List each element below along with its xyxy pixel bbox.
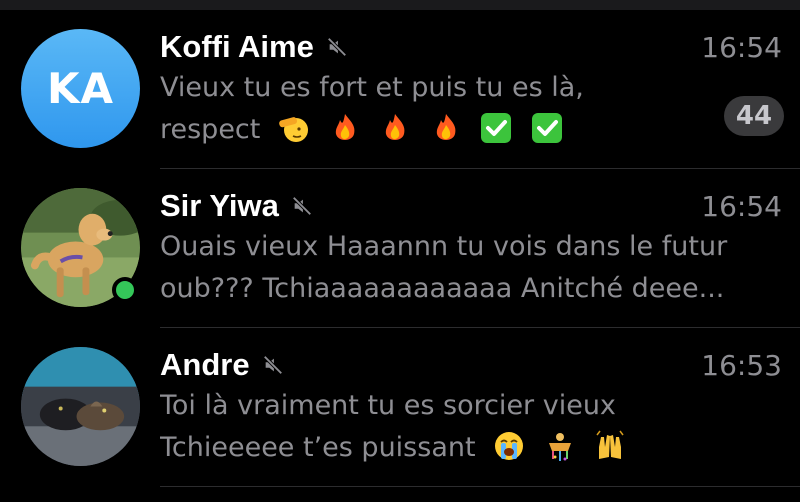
chat-time: 16:54 xyxy=(701,189,782,223)
check-mark-button-icon xyxy=(530,111,564,145)
chat-row-koffi-aime[interactable]: KA Koffi Aime 16:54 Vieux tu es fort et … xyxy=(0,10,800,169)
unread-badge: 44 xyxy=(724,96,784,136)
chat-row-andre[interactable]: Andre 16:53 Toi là vraiment tu es sorcie… xyxy=(0,328,800,487)
message-preview: Vieux tu es fort et puis tu es là, respe… xyxy=(160,72,584,145)
avatar[interactable] xyxy=(21,188,140,307)
muted-icon xyxy=(291,195,313,217)
fire-icon xyxy=(429,111,463,145)
chat-row-sir-yiwa[interactable]: Sir Yiwa 16:54 Ouais vieux Haaannn tu vo… xyxy=(0,169,800,328)
chat-name: Sir Yiwa xyxy=(160,188,279,223)
chat-name: Andre xyxy=(160,347,250,382)
fire-icon xyxy=(328,111,362,145)
loudly-crying-face-icon xyxy=(492,429,526,463)
online-indicator xyxy=(112,277,138,303)
confetti-ball-icon xyxy=(543,429,577,463)
saluting-face-icon xyxy=(277,111,311,145)
top-bar xyxy=(0,0,800,10)
muted-icon xyxy=(262,354,284,376)
chat-time: 16:53 xyxy=(701,348,782,382)
cats-photo xyxy=(21,347,140,466)
divider xyxy=(160,486,800,487)
message-preview: Toi là vraiment tu es sorcier vieux Tchi… xyxy=(160,385,760,469)
chat-list: KA Koffi Aime 16:54 Vieux tu es fort et … xyxy=(0,10,800,487)
muted-icon xyxy=(326,36,348,58)
chat-name: Koffi Aime xyxy=(160,29,314,64)
avatar[interactable]: KA xyxy=(21,29,140,148)
fire-icon xyxy=(378,111,412,145)
raising-hands-icon xyxy=(593,429,627,463)
avatar[interactable] xyxy=(21,347,140,466)
avatar-initials: KA xyxy=(46,64,115,113)
message-preview: Ouais vieux Haaannn tu vois dans le futu… xyxy=(160,231,728,304)
check-mark-button-icon xyxy=(479,111,513,145)
chat-time: 16:54 xyxy=(701,30,782,64)
